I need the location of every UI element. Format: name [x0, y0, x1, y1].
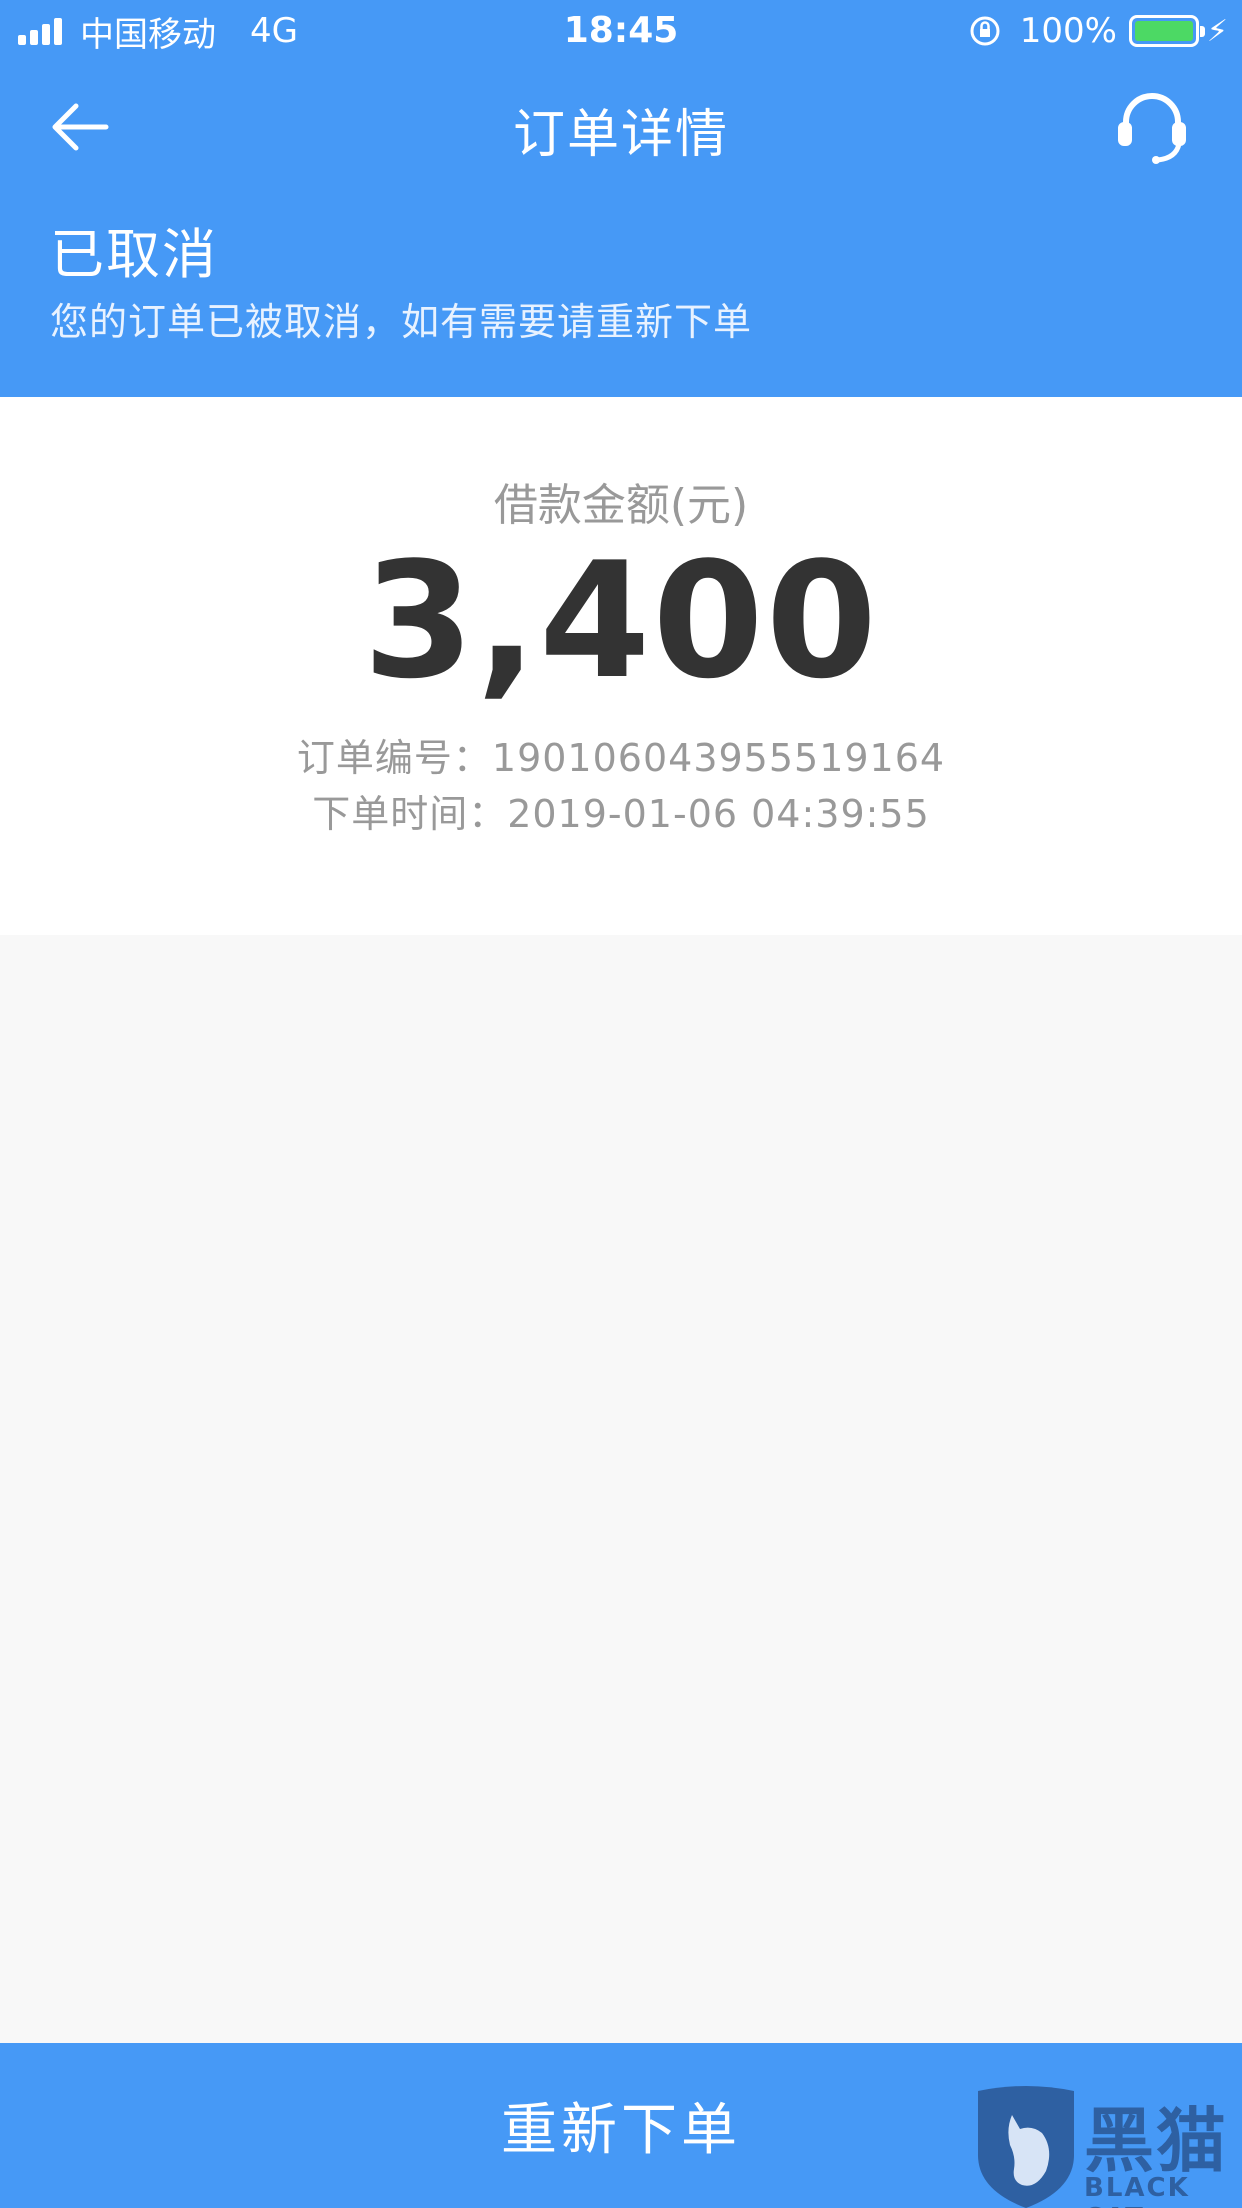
headset-icon: [1118, 93, 1186, 164]
battery-level: [1134, 21, 1193, 41]
loan-amount: 3,400: [362, 527, 880, 714]
order-status: 已取消 您的订单已被取消，如有需要请重新下单: [50, 220, 752, 350]
order-status-title: 已取消: [50, 223, 218, 286]
rotation-lock-icon: [970, 16, 1000, 46]
order-time: 下单时间：2019-01-06 04:39:55: [312, 792, 930, 836]
status-right: 100% ⚡: [968, 10, 1228, 52]
charging-icon: ⚡: [1206, 13, 1228, 49]
nav-bar: 订单详情: [0, 62, 1242, 192]
page-title: 订单详情: [512, 105, 729, 165]
customer-service-button[interactable]: [1112, 86, 1192, 166]
status-bar: 中国移动 4G 18:45 100% ⚡: [0, 0, 1242, 62]
cat-shield-icon: [978, 2086, 1074, 2208]
battery-percent: 100%: [1019, 11, 1117, 51]
page: 中国移动 4G 18:45 100% ⚡ 订单详情 已取消 您的订单已被取消，如…: [0, 0, 1242, 2208]
black-cat-watermark: 黑猫 BLACK CAT: [972, 2085, 1242, 2208]
watermark-text: 黑猫: [1084, 2100, 1228, 2182]
battery-icon: [1128, 15, 1205, 47]
loan-summary-card: 借款金额(元) 3,400 订单编号：190106043955519164 下单…: [0, 397, 1242, 935]
loan-amount-label: 借款金额(元): [493, 480, 749, 531]
watermark-subtext: BLACK CAT: [1084, 2173, 1190, 2208]
order-number: 订单编号：190106043955519164: [296, 736, 946, 780]
header: 中国移动 4G 18:45 100% ⚡ 订单详情 已取消 您的订单已被取消，如…: [0, 0, 1242, 397]
order-status-description: 您的订单已被取消，如有需要请重新下单: [50, 300, 753, 344]
